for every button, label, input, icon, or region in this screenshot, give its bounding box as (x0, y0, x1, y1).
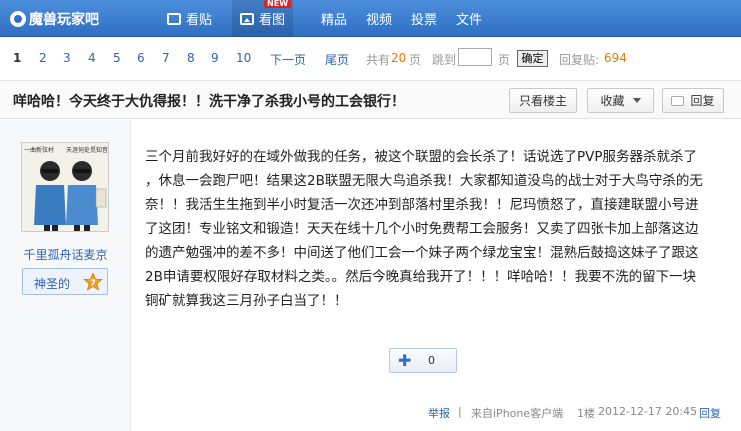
nav-images[interactable]: 看图 NEW (232, 0, 294, 37)
post-content-line: 奈！！我活生生拖到半小时复活一次还冲到部落村里杀我！！尼玛愤怒了，直接建联盟小号… (145, 197, 699, 213)
footer-divider: | (458, 405, 462, 418)
like-button[interactable]: ✚ 0 (389, 348, 457, 373)
only-author-button[interactable]: 只看楼主 (509, 88, 577, 113)
confirm-jump-button[interactable]: 确定 (517, 50, 548, 67)
nav-votes[interactable]: 投票 (411, 0, 437, 37)
user-level-badge[interactable]: 神圣的 7 (22, 268, 108, 295)
page-link-7[interactable]: 7 (162, 51, 170, 65)
chevron-down-icon (632, 98, 641, 103)
page-link-6[interactable]: 6 (137, 51, 145, 65)
total-pages-suffix: 页 (409, 53, 422, 67)
report-link[interactable]: 举报 (428, 405, 450, 421)
level-number: 7 (90, 279, 96, 288)
level-star-icon: 7 (83, 272, 103, 291)
page-link-4[interactable]: 4 (88, 51, 96, 65)
page-link-8[interactable]: 8 (187, 51, 195, 65)
total-pages-prefix: 共有 (366, 53, 391, 67)
post-content-line: 的遗产勉强冲的差不多！中间送了他们工会一个妹子两个绿龙宝宝！混熟后鼓捣这妹子了跟… (145, 245, 699, 261)
post-content-line: 铜矿就算我这三月孙子白当了！！ (145, 293, 348, 309)
post-content-line: 三个月前我好好的在域外做我的任务，被这个联盟的会长杀了！话说选了PVP服务器杀就… (145, 149, 698, 165)
page-link-10[interactable]: 10 (236, 51, 251, 65)
page-link-9[interactable]: 9 (211, 51, 219, 65)
new-badge: NEW (264, 0, 292, 8)
nav-videos-label: 视频 (366, 13, 393, 28)
reply-post-link[interactable]: 回复 (699, 405, 721, 421)
post-icon (167, 12, 181, 25)
page-link-3[interactable]: 3 (63, 51, 71, 65)
pagination-bar: 1 2 3 4 5 6 7 8 9 10 下一页 尾页 共有 20 页 跳到 页… (0, 38, 741, 80)
plus-icon: ✚ (398, 351, 412, 370)
page-1-current: 1 (13, 51, 22, 65)
reply-count: 694 (604, 51, 627, 65)
forum-name: 魔兽玩家吧 (29, 12, 99, 28)
collect-label: 收藏 (600, 94, 625, 108)
level-name: 神圣的 (34, 277, 71, 291)
nav-files-label: 文件 (456, 13, 483, 28)
avatar[interactable]: 一曲新弦村 天涯何处觅知音 (21, 142, 109, 232)
reply-count-label: 回复贴: (559, 53, 600, 67)
page-link-5[interactable]: 5 (113, 51, 121, 65)
nav-featured-label: 精品 (321, 13, 348, 28)
post-source: 来自iPhone客户端 (471, 407, 564, 420)
nav-images-label: 看图 (259, 13, 286, 28)
floor-number: 1楼 (577, 407, 595, 420)
jump-label: 跳到 (432, 53, 457, 67)
collect-dropdown-button[interactable]: 收藏 (587, 88, 654, 113)
like-count: 0 (428, 354, 435, 367)
nav-featured[interactable]: 精品 (321, 0, 347, 37)
reply-thread-label: 回复 (690, 94, 715, 108)
thread-title-bar: 咩哈哈！今天终于大仇得报！！洗干净了杀我小号的工会银行！ 只看楼主 收藏 回复 (0, 80, 741, 119)
page-unit-label: 页 (498, 53, 511, 67)
nav-votes-label: 投票 (411, 13, 438, 28)
nav-posts-label: 看贴 (186, 13, 213, 28)
post-content-line: 了这团！专业铭文和锻造！天天在线十几个小时免费帮工会服务！又卖了四张卡加上部落这… (145, 221, 699, 237)
page-link-2[interactable]: 2 (39, 51, 47, 65)
post-time: 2012-12-17 20:45 (598, 405, 698, 418)
forum-brand[interactable]: 魔兽玩家吧 (10, 9, 99, 29)
next-page-link[interactable]: 下一页 (270, 51, 306, 68)
image-icon (240, 12, 254, 25)
total-pages-count: 20 (391, 51, 407, 65)
avatar-image: 一曲新弦村 天涯何处觅知音 (22, 143, 108, 231)
nav-videos[interactable]: 视频 (366, 0, 392, 37)
thread-title: 咩哈哈！今天终于大仇得报！！洗干净了杀我小号的工会银行！ (13, 94, 405, 110)
post-content-line: 2B申请要权限好存取材料之类。。然后今晚真给我开了！！！咩哈哈！！我要不洗的留下… (145, 269, 697, 285)
reply-thread-button[interactable]: 回复 (662, 88, 724, 113)
reply-icon (671, 95, 685, 106)
author-name[interactable]: 千里孤舟话麦京 (0, 246, 131, 263)
forum-logo-icon (10, 11, 26, 27)
only-author-label: 只看楼主 (518, 94, 567, 108)
post-content-line: ，休息一会跑尸吧！结果这2B联盟无限大鸟追杀我！大家都知道没鸟的战士对于大鸟守杀… (145, 173, 703, 189)
nav-files[interactable]: 文件 (456, 0, 482, 37)
nav-posts[interactable]: 看贴 (167, 0, 212, 37)
last-page-link[interactable]: 尾页 (325, 51, 349, 68)
avatar-caption-right: 天涯何处觅知音 (66, 146, 108, 154)
avatar-caption-left: 一曲新弦村 (24, 146, 54, 154)
top-nav-bar: 魔兽玩家吧 看贴 看图 NEW 精品 视频 投票 文件 (0, 0, 741, 37)
jump-page-input[interactable] (458, 48, 492, 66)
post-content: 三个月前我好好的在域外做我的任务，被这个联盟的会长杀了！话说选了PVP服务器杀就… (145, 145, 725, 313)
